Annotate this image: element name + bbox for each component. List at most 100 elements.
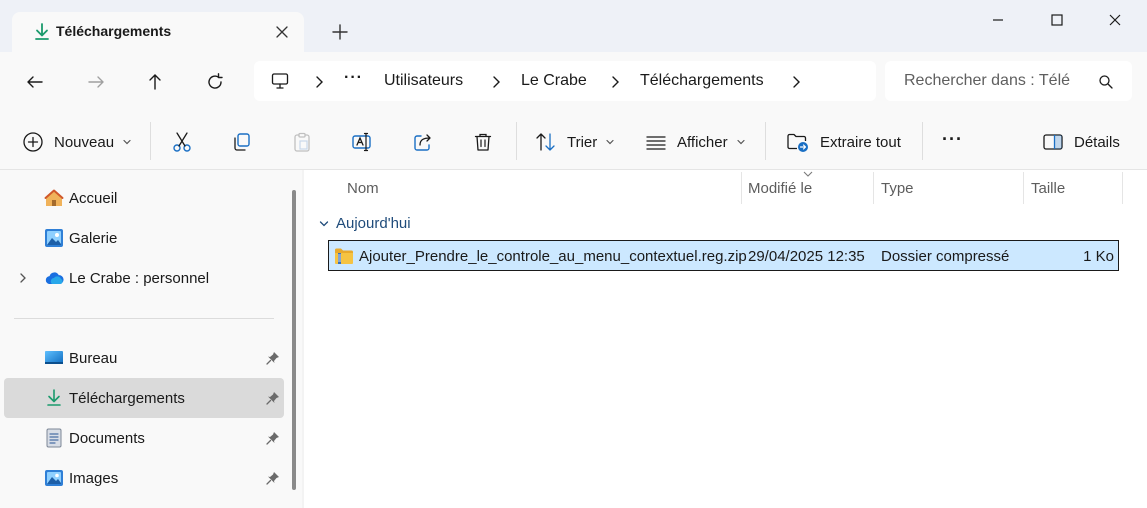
download-icon [35,23,49,40]
arrow-up-icon [149,74,161,90]
download-icon [47,389,61,406]
group-header-today[interactable]: Aujourd'hui [318,215,411,232]
refresh-button[interactable] [203,70,227,94]
chevron-down-icon [319,220,329,226]
scissors-icon [173,132,191,152]
breadcrumb-item-user[interactable]: Le Crabe [521,72,587,90]
breadcrumb-item-downloads[interactable]: Téléchargements [640,72,764,90]
column-divider[interactable] [1122,172,1123,204]
close-tab-icon[interactable] [272,22,292,42]
sidebar-item-documents[interactable]: Documents [4,418,284,458]
trash-icon [474,133,492,151]
column-header-modified[interactable]: Modifié le [748,180,812,197]
column-header-name[interactable]: Nom [347,180,379,197]
breadcrumb-overflow[interactable]: ··· [344,69,363,87]
breadcrumb-item-users[interactable]: Utilisateurs [384,72,463,90]
arrow-right-icon [88,76,104,88]
table-row[interactable]: Ajouter_Prendre_le_controle_au_menu_cont… [328,240,1119,271]
extract-all-button[interactable]: Extraire tout [786,130,901,154]
cut-button[interactable] [171,130,193,154]
command-separator [516,122,517,160]
sidebar-scrollbar[interactable] [292,190,296,490]
sort-indicator-icon [803,171,813,177]
forward-button[interactable] [84,70,108,94]
up-button[interactable] [143,70,167,94]
view-button[interactable]: Afficher [645,130,746,154]
title-bar: Téléchargements [0,0,1147,52]
command-bar: Nouveau Trier Afficher Extraire tout ··· [0,112,1147,170]
sidebar-divider [14,318,274,319]
rename-button[interactable] [351,130,373,154]
maximize-button[interactable] [1034,6,1080,34]
view-label: Afficher [677,133,728,151]
copy-button[interactable] [231,130,253,154]
navigation-bar: ··· Utilisateurs Le Crabe Téléchargement… [0,52,1147,112]
chevron-right-icon[interactable] [609,75,621,89]
sort-icon [536,133,555,151]
rename-icon [352,132,371,152]
sidebar-item-gallery[interactable]: Galerie [4,218,284,258]
chevron-right-icon[interactable] [313,75,325,89]
share-button[interactable] [412,130,434,154]
plus-circle-icon [23,132,43,152]
column-header-size[interactable]: Taille [1031,180,1065,197]
command-separator [150,122,151,160]
details-pane-icon [1043,134,1063,150]
close-window-button[interactable] [1092,6,1138,34]
delete-button[interactable] [472,130,494,154]
file-type: Dossier compressé [881,248,1010,265]
paste-button[interactable] [291,130,313,154]
sidebar-item-images[interactable]: Images [4,458,284,498]
sidebar-item-onedrive[interactable]: Le Crabe : personnel [4,258,284,298]
details-button[interactable]: Détails [1042,130,1120,154]
command-separator [922,122,923,160]
sidebar-item-label: Documents [69,430,145,447]
computer-icon[interactable] [270,71,290,91]
more-options-icon: ··· [942,128,963,149]
details-label: Détails [1074,133,1120,151]
share-icon [414,134,431,151]
onedrive-icon [45,272,64,284]
column-divider[interactable] [1023,172,1024,204]
chevron-right-icon[interactable] [490,75,502,89]
extract-all-label: Extraire tout [820,133,901,151]
sidebar-item-label: Bureau [69,350,118,367]
column-divider[interactable] [741,172,742,204]
column-header-type[interactable]: Type [881,180,914,197]
search-box[interactable]: Rechercher dans : Télé [885,61,1132,101]
images-icon [45,470,63,486]
back-button[interactable] [23,70,47,94]
chevron-down-icon [736,139,745,145]
pin-icon[interactable] [266,471,280,485]
sidebar-item-home[interactable]: Accueil [4,178,284,218]
search-input[interactable]: Rechercher dans : Télé [904,72,1080,90]
sort-button[interactable]: Trier [535,130,615,154]
sidebar-item-downloads[interactable]: Téléchargements [4,378,284,418]
more-options-button[interactable]: ··· [942,128,963,154]
new-button[interactable]: Nouveau [22,130,132,154]
search-icon [1099,75,1113,89]
extract-folder-icon [787,133,808,152]
documents-icon [46,428,62,448]
minimize-button[interactable] [975,6,1021,34]
sidebar-item-desktop[interactable]: Bureau [4,338,284,378]
new-label: Nouveau [54,133,115,151]
pin-icon[interactable] [266,431,280,445]
pin-icon[interactable] [266,391,280,405]
chevron-right-icon[interactable] [790,75,802,89]
address-bar[interactable]: ··· Utilisateurs Le Crabe Téléchargement… [254,61,876,101]
new-tab-icon[interactable] [328,20,352,44]
sidebar-item-label: Téléchargements [69,390,185,407]
close-icon [1109,14,1121,26]
column-divider[interactable] [873,172,874,204]
sort-label: Trier [567,133,598,151]
sidebar-item-label: Le Crabe : personnel [69,270,210,287]
refresh-icon [208,73,223,89]
chevron-right-icon[interactable] [18,271,28,285]
pin-icon[interactable] [266,351,280,365]
gallery-icon [45,229,63,247]
clipboard-icon [294,132,310,152]
tab-downloads[interactable]: Téléchargements [12,12,304,52]
minimize-icon [993,19,1003,21]
chevron-down-icon [606,139,614,145]
